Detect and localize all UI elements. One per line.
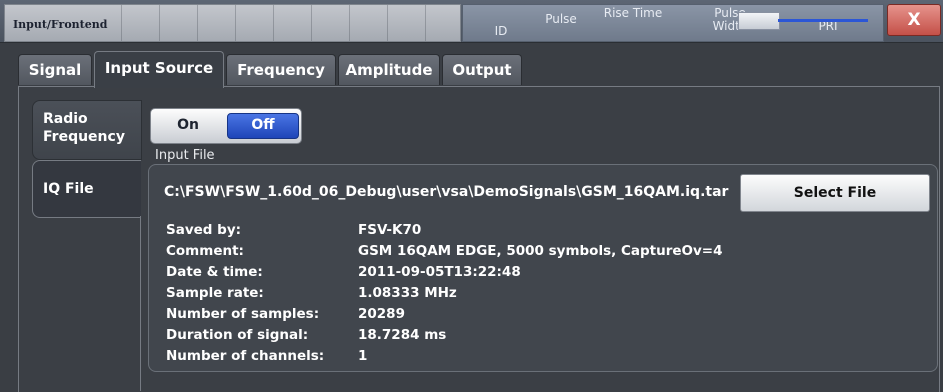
header-tab-pulse[interactable]: Pulse [531, 5, 591, 41]
sidebar-divider [32, 216, 141, 391]
window-title: Input/Frontend [13, 18, 108, 31]
tab-signal[interactable]: Signal [18, 54, 92, 85]
info-key: Sample rate: [166, 285, 264, 301]
sidebar-item-label: Radio Frequency [43, 111, 125, 145]
close-icon: X [907, 10, 921, 30]
sidebar-item-radio-frequency[interactable]: Radio Frequency [32, 100, 142, 160]
info-key: Duration of signal: [166, 327, 309, 343]
header-scroll-thumb[interactable] [738, 12, 780, 30]
info-key: Number of samples: [166, 306, 320, 322]
info-key: Saved by: [166, 222, 242, 238]
input-file-label: Input File [155, 148, 215, 163]
info-value: 1 [358, 348, 368, 364]
tab-output[interactable]: Output [442, 54, 522, 85]
info-key: Number of channels: [166, 348, 325, 364]
tab-amplitude[interactable]: Amplitude [338, 54, 440, 85]
tab-frequency[interactable]: Frequency [226, 54, 336, 85]
header-tabs: ID Pulse Rise Time Pulse Width PRI [462, 4, 884, 42]
select-file-button[interactable]: Select File [740, 174, 930, 212]
info-key: Date & time: [166, 264, 263, 280]
file-path: C:\FSW\FSW_1.60d_06_Debug\user\vsa\DemoS… [164, 184, 729, 200]
info-value: 20289 [358, 306, 405, 322]
header-scroll-track [778, 19, 868, 22]
title-grid [121, 5, 460, 41]
header-tab-id[interactable]: ID [481, 5, 521, 41]
sidebar-item-iq-file[interactable]: IQ File [32, 160, 141, 218]
toggle-on-button[interactable]: On [155, 113, 221, 137]
sidebar-item-label: IQ File [43, 181, 94, 197]
info-value: 2011-09-05T13:22:48 [358, 264, 521, 280]
info-value: GSM 16QAM EDGE, 5000 symbols, CaptureOv=… [358, 243, 723, 259]
title-bar: Input/Frontend ID Pulse Rise Time Pulse … [0, 0, 943, 43]
title-panel: Input/Frontend [4, 4, 461, 42]
input-file-toggle[interactable]: On Off [150, 108, 302, 144]
info-value: FSV-K70 [358, 222, 422, 238]
info-key: Comment: [166, 243, 244, 259]
toggle-off-button[interactable]: Off [227, 113, 299, 139]
main-tabs: Signal Input Source Frequency Amplitude … [0, 42, 943, 88]
header-tab-pri[interactable]: PRI [793, 5, 863, 41]
close-button[interactable]: X [887, 4, 941, 36]
info-value: 1.08333 MHz [358, 285, 457, 301]
tab-input-source[interactable]: Input Source [94, 51, 224, 88]
info-value: 18.7284 ms [358, 327, 447, 343]
header-tab-rise-time[interactable]: Rise Time [603, 5, 663, 41]
